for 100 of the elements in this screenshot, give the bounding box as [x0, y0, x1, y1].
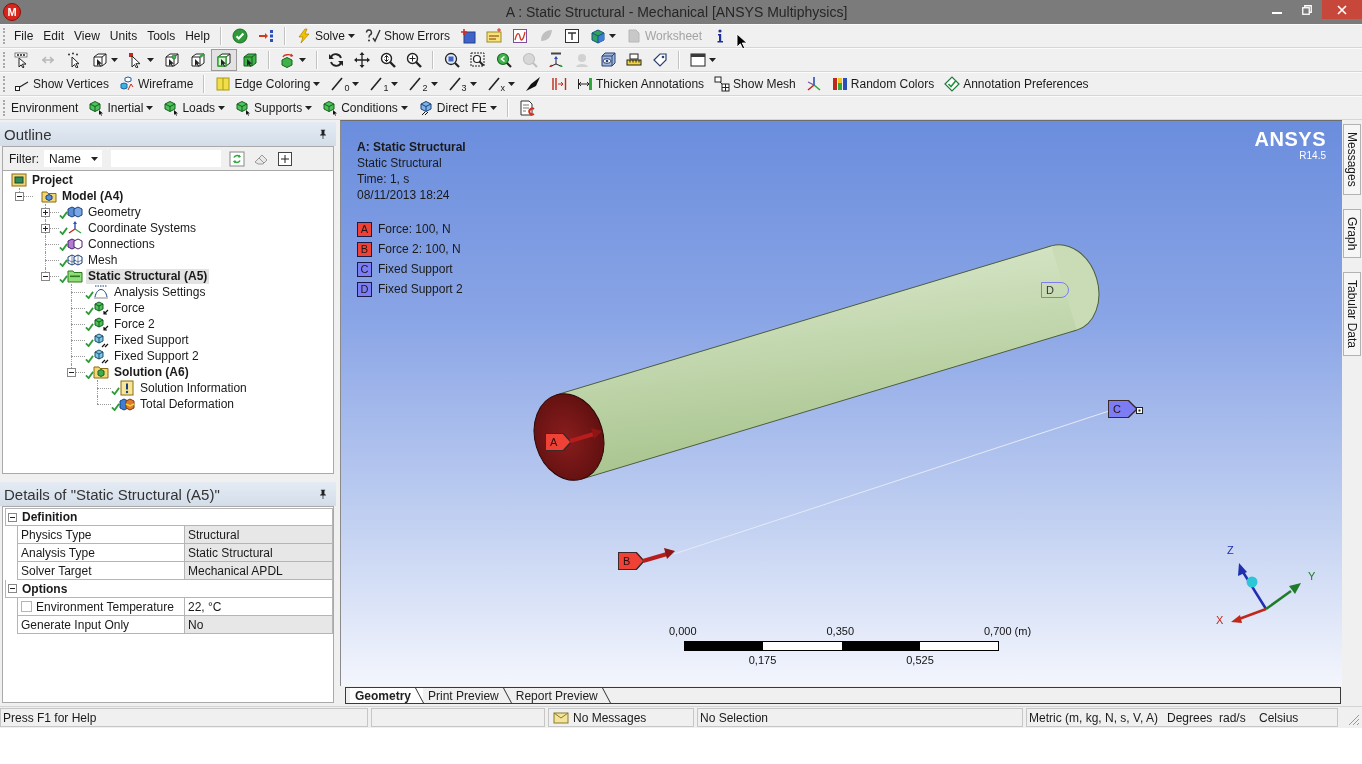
- tree-item[interactable]: Analysis Settings: [112, 284, 208, 300]
- analysis-info: Time: 1, s: [357, 171, 411, 187]
- solid-box-icon: [242, 52, 258, 68]
- side-tab[interactable]: Tabular Data: [1343, 272, 1361, 357]
- toolbar-button[interactable]: Conditions: [317, 97, 413, 119]
- collapse-icon[interactable]: [41, 272, 50, 281]
- category-label: Definition: [21, 510, 78, 524]
- status-text: Degrees: [1167, 710, 1214, 725]
- property-value[interactable]: Mechanical APDL: [185, 562, 333, 580]
- view-tab[interactable]: Report Preview: [510, 688, 610, 703]
- marker-tag: A: [546, 434, 570, 450]
- zoom-fit-icon: [444, 52, 460, 68]
- legend-label: Force: 100, N: [378, 222, 451, 236]
- menu-item[interactable]: Tools: [142, 27, 181, 45]
- resize-grip-icon[interactable]: [1348, 714, 1360, 726]
- tree-item[interactable]: Force 2: [112, 316, 157, 332]
- toolbar-button[interactable]: Random Colors: [826, 73, 940, 95]
- force-icon: [93, 300, 109, 316]
- legend-tag: A: [357, 221, 372, 237]
- expand-icon[interactable]: [41, 208, 50, 217]
- tree-item[interactable]: Total Deformation: [138, 396, 237, 412]
- property-value[interactable]: Static Structural: [185, 544, 333, 562]
- arrow-dots-icon: [257, 28, 274, 44]
- box-extend-icon: [280, 52, 296, 68]
- parameter-checkbox[interactable]: [21, 601, 32, 612]
- collapse-icon[interactable]: [7, 584, 17, 593]
- scale-label: 0,350: [826, 625, 855, 637]
- thicken-icon: [577, 76, 593, 92]
- property-value[interactable]: 22, °C: [185, 598, 333, 616]
- expand-all-icon[interactable]: [277, 150, 293, 167]
- analysis-info: Static Structural: [357, 155, 443, 171]
- menu-item[interactable]: Help: [180, 27, 215, 45]
- pan-icon: [354, 52, 370, 68]
- lightning-icon: [295, 28, 312, 44]
- tree-item[interactable]: Static Structural (A5): [86, 268, 210, 284]
- force-arrow: [569, 425, 603, 445]
- tool-button[interactable]: [211, 49, 237, 71]
- support-icon: [93, 348, 109, 364]
- property-value[interactable]: Structural: [185, 526, 333, 544]
- square-plus-icon: [459, 28, 476, 44]
- menu-item[interactable]: File: [9, 27, 39, 45]
- tree-item[interactable]: Fixed Support: [112, 332, 191, 348]
- toolbar-button[interactable]: Thicken Annotations: [572, 73, 710, 95]
- menu-item[interactable]: Units: [104, 27, 143, 45]
- menu-item[interactable]: View: [69, 27, 105, 45]
- property-name: Analysis Type: [21, 545, 95, 560]
- tool-button[interactable]: 2: [403, 73, 443, 95]
- property-name: Physics Type: [21, 527, 92, 542]
- zoom-box-icon: [470, 52, 486, 68]
- tree-item[interactable]: Mesh: [86, 252, 120, 268]
- collapse-icon[interactable]: [7, 512, 17, 522]
- tree-item[interactable]: Project: [30, 172, 75, 188]
- ruler-icon: [626, 52, 642, 68]
- property-name: Solver Target: [21, 563, 92, 578]
- color-bars-icon: [831, 76, 848, 92]
- tree-item[interactable]: Connections: [86, 236, 157, 252]
- toolbar-button[interactable]: Edge Coloring: [210, 73, 326, 95]
- side-tab[interactable]: Messages: [1343, 124, 1361, 195]
- close-button[interactable]: [1322, 0, 1362, 19]
- tree-item[interactable]: Solution Information: [138, 380, 249, 396]
- toolbar-button[interactable]: Show Mesh: [709, 73, 801, 95]
- toolbar-button[interactable]: Show Vertices: [9, 73, 115, 95]
- property-value[interactable]: No: [185, 616, 333, 634]
- tool-button[interactable]: x: [481, 73, 520, 95]
- menu-item[interactable]: Edit: [38, 27, 70, 45]
- view-tab[interactable]: Geometry: [350, 688, 424, 703]
- tree-item[interactable]: Fixed Support 2: [112, 348, 201, 364]
- refresh-icon[interactable]: [229, 150, 245, 167]
- tool-button[interactable]: 3: [442, 73, 482, 95]
- tree-item[interactable]: Solution (A6): [112, 364, 191, 380]
- tree-item[interactable]: Force: [112, 300, 147, 316]
- tree-item[interactable]: Model (A4): [60, 188, 126, 204]
- toolbar-button[interactable]: Wireframe: [114, 73, 199, 95]
- toolbar-button[interactable]: Supports: [230, 97, 318, 119]
- toolbar-button[interactable]: Show Errors: [359, 25, 455, 47]
- graphics-viewport[interactable]: A: Static Structural Static Structural Time: 1, s 08/11/2013 18:24 A Force: 100, N B Force 2: 100, N C Fixed Support D Fixed Support 2 ANSYS R14.5 A B C D 0,000 0,350 0,700 (m) 0,175 0,525 Z Y X: [340, 120, 1342, 686]
- bars-icon: [215, 76, 232, 92]
- tool-button[interactable]: 0: [325, 73, 365, 95]
- toolbar-button[interactable]: Loads: [158, 97, 231, 119]
- collapse-icon[interactable]: [67, 368, 76, 377]
- tool-button[interactable]: 1: [364, 73, 404, 95]
- connections-icon: [67, 236, 83, 252]
- view-tab[interactable]: Print Preview: [423, 688, 511, 703]
- filter-dropdown[interactable]: Name: [44, 150, 102, 167]
- window-title: A : Static Structural - Mechanical [ANSYS Multiphysics]: [505, 4, 848, 20]
- anchor-icon: [1136, 407, 1143, 414]
- toolbar-button[interactable]: Direct FE: [412, 97, 502, 119]
- folder-icon: [67, 268, 83, 284]
- tree-item[interactable]: Geometry: [86, 204, 143, 220]
- collapse-icon[interactable]: [15, 192, 24, 201]
- scale-label: 0,000: [669, 625, 697, 637]
- toolbar-button[interactable]: Annotation Preferences: [939, 73, 1094, 95]
- eye-box-icon: [600, 52, 616, 68]
- expand-icon[interactable]: [41, 224, 50, 233]
- toolbar-button[interactable]: Solve: [290, 25, 360, 47]
- tree-item[interactable]: Coordinate Systems: [86, 220, 199, 236]
- cube-cursor-icon: [235, 100, 252, 116]
- legend-tag: B: [357, 241, 372, 257]
- side-tab[interactable]: Graph: [1343, 208, 1361, 259]
- toolbar-button[interactable]: Inertial: [83, 97, 159, 119]
